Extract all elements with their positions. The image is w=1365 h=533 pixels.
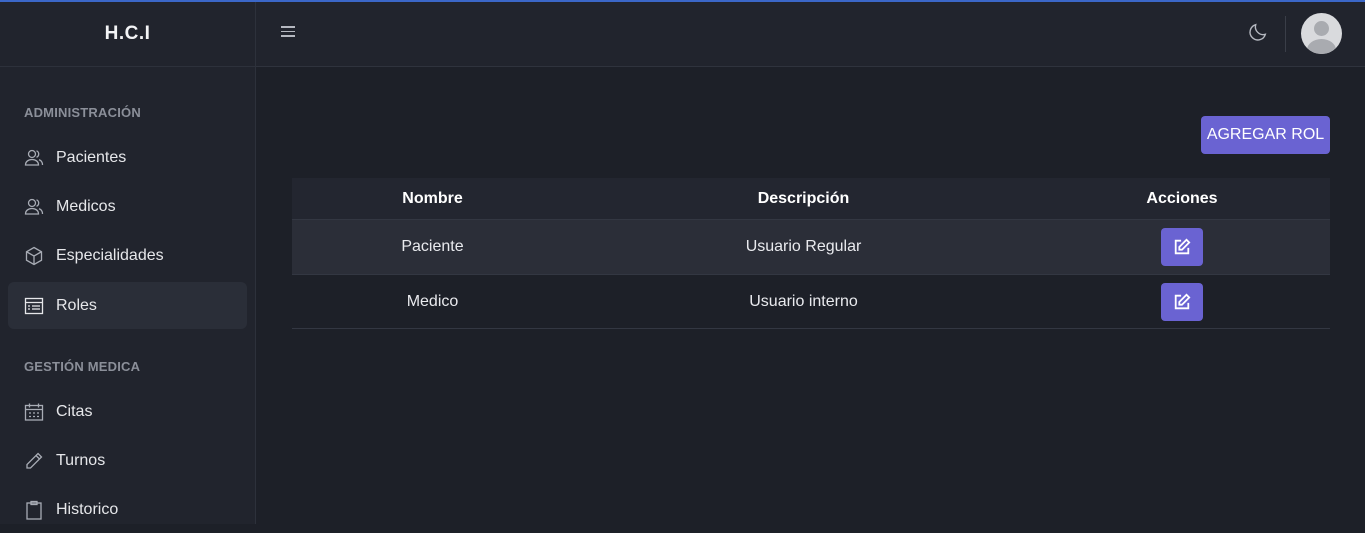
moon-icon[interactable] [1247, 21, 1271, 45]
add-role-button[interactable]: AGREGAR ROL [1201, 116, 1330, 154]
sidebar-item-label: Turnos [56, 451, 106, 469]
sidebar-item-label: Pacientes [56, 148, 127, 166]
sidebar-item-historico[interactable]: Historico [8, 486, 247, 533]
users-icon [24, 197, 44, 217]
cell-nombre: Medico [406, 292, 459, 310]
edit-icon [1174, 293, 1191, 309]
hexagon-icon [24, 246, 44, 266]
sidebar-item-roles[interactable]: Roles [8, 282, 247, 329]
table-header: Nombre Descripción Acciones [292, 178, 1330, 219]
roles-table: Nombre Descripción Acciones Paciente Usu… [292, 178, 1330, 329]
column-header-descripcion: Descripción [757, 189, 850, 207]
cell-nombre: Paciente [401, 238, 464, 255]
header-divider [1285, 16, 1286, 52]
edit-icon [1174, 238, 1191, 255]
edit-button[interactable] [1161, 282, 1203, 321]
table-list-icon [24, 296, 44, 316]
pencil-icon [24, 451, 44, 471]
clipboard-icon [24, 500, 44, 520]
users-icon [24, 148, 44, 168]
sidebar-item-pacientes[interactable]: Pacientes [8, 134, 247, 181]
cell-descripcion: Usuario interno [749, 292, 858, 310]
cell-acciones [1034, 282, 1330, 321]
table-row: Medico Usuario interno [292, 274, 1330, 329]
sidebar-item-label: Medicos [56, 197, 116, 215]
calendar-icon [24, 402, 44, 422]
sidebar-item-label: Historico [56, 500, 119, 518]
sidebar: H.C.I ADMINISTRACIÓN Pacientes Medicos E… [0, 2, 256, 524]
hamburger-icon[interactable] [278, 23, 298, 43]
section-title-gestion-medica: GESTIÓN MEDICA [24, 359, 141, 374]
sidebar-item-citas[interactable]: Citas [8, 388, 247, 435]
column-header-nombre: Nombre [402, 189, 463, 207]
sidebar-item-label: Especialidades [56, 246, 164, 264]
cell-acciones [1034, 228, 1330, 266]
brand-logo[interactable]: H.C.I [0, 2, 255, 67]
table-row: Paciente Usuario Regular [292, 219, 1330, 274]
sidebar-item-especialidades[interactable]: Especialidades [8, 232, 247, 279]
cell-descripcion: Usuario Regular [745, 238, 862, 255]
edit-button[interactable] [1161, 228, 1203, 266]
section-title-administracion: ADMINISTRACIÓN [24, 105, 141, 120]
sidebar-item-label: Roles [56, 296, 97, 314]
sidebar-item-turnos[interactable]: Turnos [8, 437, 247, 484]
column-header-acciones: Acciones [1146, 189, 1218, 207]
user-avatar-icon[interactable] [1301, 13, 1342, 54]
sidebar-item-label: Citas [56, 402, 93, 420]
top-header [256, 2, 1365, 67]
sidebar-item-medicos[interactable]: Medicos [8, 183, 247, 230]
